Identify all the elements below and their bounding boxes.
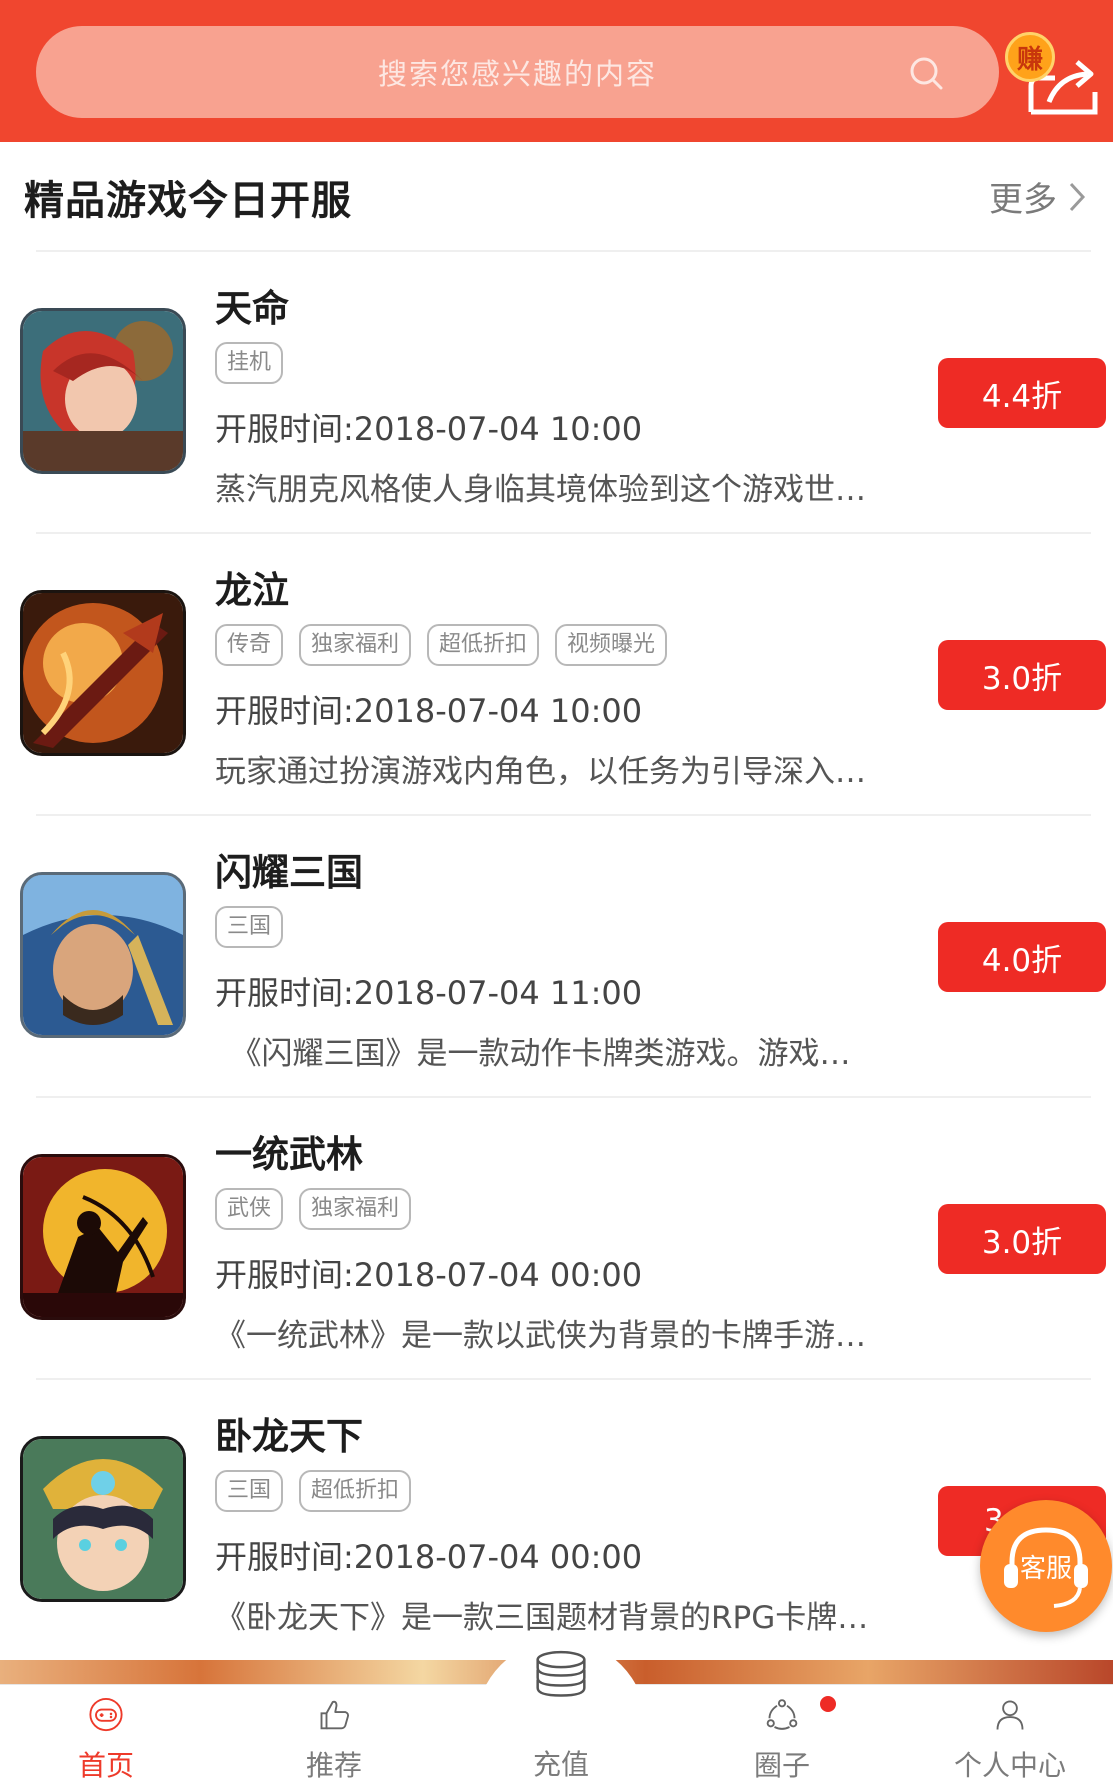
game-open-time: 开服时间:2018-07-04 11:00 — [215, 974, 643, 1012]
game-tags: 三国 — [215, 906, 284, 948]
game-description: 《卧龙天下》是一款三国题材背景的RPG卡牌… — [215, 1600, 869, 1636]
earn-badge: 赚 — [1005, 32, 1055, 82]
coins-icon — [536, 1650, 586, 1697]
top-header: 搜索您感兴趣的内容 赚 — [0, 0, 1113, 142]
search-bar[interactable]: 搜索您感兴趣的内容 — [36, 26, 999, 118]
game-description: 玩家通过扮演游戏内角色，以任务为引导深入… — [215, 754, 866, 790]
game-list-item[interactable]: 一统武林 武侠 独家福利 开服时间:2018-07-04 00:00 《一统武林… — [0, 1098, 1113, 1380]
game-tag: 三国 — [215, 906, 284, 948]
discount-button[interactable]: 3.0折 — [938, 640, 1106, 710]
circle-share-icon — [766, 1699, 798, 1730]
section-header: 精品游戏今日开服 更多 — [0, 142, 1113, 252]
tab-home[interactable]: 首页 — [16, 1685, 196, 1783]
game-tags: 挂机 — [215, 342, 284, 384]
game-description: 蒸汽朋克风格使人身临其境体验到这个游戏世… — [215, 472, 866, 508]
game-description: 《闪耀三国》是一款动作卡牌类游戏。游戏… — [215, 1036, 851, 1072]
discount-button[interactable]: 4.0折 — [938, 922, 1106, 992]
chevron-right-icon — [1069, 182, 1086, 211]
tab-label: 圈子 — [753, 1749, 810, 1782]
game-icon-shanyao-sanguo[interactable] — [20, 872, 186, 1038]
game-tags: 武侠 独家福利 — [215, 1188, 412, 1230]
search-icon[interactable] — [909, 56, 943, 90]
game-tag: 传奇 — [215, 624, 284, 666]
tab-recommend[interactable]: 推荐 — [244, 1685, 424, 1783]
game-open-time: 开服时间:2018-07-04 10:00 — [215, 692, 643, 730]
game-name: 卧龙天下 — [215, 1415, 363, 1458]
tab-label: 充值 — [532, 1748, 589, 1781]
discount-button[interactable]: 3.0折 — [938, 1204, 1106, 1274]
game-tag: 挂机 — [215, 342, 284, 384]
gamepad-icon — [89, 1697, 123, 1732]
game-tag: 视频曝光 — [555, 624, 668, 666]
game-tag: 独家福利 — [299, 1188, 412, 1230]
game-icon-longqi[interactable] — [20, 590, 186, 756]
game-icon-yitong-wulin[interactable] — [20, 1154, 186, 1320]
game-tag: 超低折扣 — [427, 624, 540, 666]
earn-share-button[interactable]: 赚 — [1005, 32, 1105, 116]
game-tag: 武侠 — [215, 1188, 284, 1230]
tab-label: 个人中心 — [953, 1749, 1066, 1782]
more-label: 更多 — [989, 180, 1057, 220]
thumbs-up-icon — [320, 1700, 349, 1730]
game-tags: 三国 超低折扣 — [215, 1470, 412, 1512]
game-tag: 超低折扣 — [299, 1470, 412, 1512]
game-tags: 传奇 独家福利 超低折扣 视频曝光 — [215, 624, 668, 666]
game-tag: 独家福利 — [299, 624, 412, 666]
tab-recharge[interactable]: 充值 — [496, 1648, 626, 1783]
customer-service-label: 客服 — [1019, 1553, 1072, 1584]
user-icon — [996, 1700, 1024, 1730]
more-link[interactable]: 更多 — [989, 172, 1087, 221]
tab-profile[interactable]: 个人中心 — [920, 1685, 1100, 1783]
game-name: 闪耀三国 — [215, 851, 363, 894]
game-open-time: 开服时间:2018-07-04 00:00 — [215, 1256, 643, 1294]
game-list: 天命 挂机 开服时间:2018-07-04 10:00 蒸汽朋克风格使人身临其境… — [0, 252, 1113, 1662]
game-icon-wolong-tianxia[interactable] — [20, 1436, 186, 1602]
game-icon-tianming[interactable] — [20, 308, 186, 474]
customer-service-button[interactable]: 客服 — [980, 1500, 1112, 1632]
section-title: 精品游戏今日开服 — [24, 178, 352, 224]
tab-label: 推荐 — [305, 1749, 362, 1782]
game-list-item[interactable]: 闪耀三国 三国 开服时间:2018-07-04 11:00 《闪耀三国》是一款动… — [0, 816, 1113, 1098]
game-open-time: 开服时间:2018-07-04 10:00 — [215, 410, 643, 448]
game-list-item[interactable]: 天命 挂机 开服时间:2018-07-04 10:00 蒸汽朋克风格使人身临其境… — [0, 252, 1113, 534]
game-open-time: 开服时间:2018-07-04 00:00 — [215, 1538, 643, 1576]
tab-label: 首页 — [77, 1749, 134, 1782]
notification-dot — [820, 1696, 836, 1712]
tab-circle[interactable]: 圈子 — [692, 1685, 872, 1783]
game-name: 龙泣 — [215, 569, 289, 612]
game-name: 天命 — [215, 287, 289, 330]
discount-button[interactable]: 4.4折 — [938, 358, 1106, 428]
game-list-item[interactable]: 卧龙天下 三国 超低折扣 开服时间:2018-07-04 00:00 《卧龙天下… — [0, 1380, 1113, 1662]
game-list-item[interactable]: 龙泣 传奇 独家福利 超低折扣 视频曝光 开服时间:2018-07-04 10:… — [0, 534, 1113, 816]
game-name: 一统武林 — [215, 1133, 363, 1176]
game-description: 《一统武林》是一款以武侠为背景的卡牌手游… — [215, 1318, 866, 1354]
search-placeholder: 搜索您感兴趣的内容 — [377, 57, 657, 91]
game-tag: 三国 — [215, 1470, 284, 1512]
